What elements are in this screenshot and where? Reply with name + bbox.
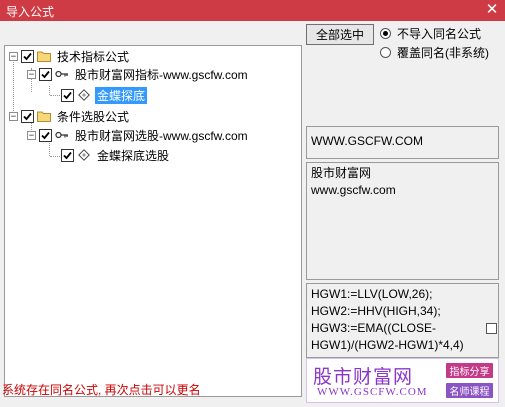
collapse-icon[interactable]: −: [27, 69, 36, 79]
status-message: 系统存在同名公式, 再次点击可以更名: [2, 383, 201, 397]
tree-node-indicators[interactable]: − 技术指标公式: [9, 47, 131, 65]
tree-connector: [49, 86, 50, 95]
radio-label: 不导入同名公式: [397, 27, 482, 41]
formula-icon: [77, 149, 91, 161]
radio-button[interactable]: [380, 47, 391, 58]
tree-node-label: 条件选股公式: [57, 109, 130, 124]
tree-connector: [13, 59, 14, 111]
title-bar: 导入公式 ✕: [0, 0, 505, 21]
formula-box: HGW1:=LLV(LOW,26); HGW2:=HHV(HIGH,34); H…: [306, 283, 499, 358]
tree-node-label: 金蝶探底选股: [97, 148, 170, 163]
key-icon: [55, 68, 69, 80]
website-text: WWW.GSCFW.COM: [311, 134, 423, 148]
watermark-logo: 股市财富网 WWW.GSCFW.COM 指标分享 名师课程: [306, 358, 499, 403]
tree-node-screeners[interactable]: − 条件选股公式: [9, 107, 131, 125]
formula-text: HGW1:=LLV(LOW,26); HGW2:=HHV(HIGH,34); H…: [311, 287, 464, 352]
tree-connector: [50, 156, 60, 157]
description-box: 股市财富网 www.gscfw.com: [306, 162, 499, 280]
formula-checkbox[interactable]: [486, 323, 497, 334]
collapse-icon[interactable]: −: [27, 130, 36, 140]
tree-node-screener-group[interactable]: − 股市财富网选股-www.gscfw.com: [27, 126, 250, 144]
tree-node-label: 金蝶探底: [95, 86, 148, 104]
tree-node-formula-selected[interactable]: 金蝶探底: [61, 86, 148, 104]
collapse-icon[interactable]: −: [9, 51, 18, 61]
radio-skip-duplicates[interactable]: 不导入同名公式: [380, 25, 481, 42]
node-checkbox[interactable]: [61, 148, 74, 162]
select-all-button[interactable]: 全部选中: [306, 24, 374, 45]
website-box: WWW.GSCFW.COM: [306, 126, 499, 159]
node-checkbox[interactable]: [21, 109, 34, 123]
node-checkbox[interactable]: [39, 67, 52, 81]
tree-connector: [50, 95, 60, 96]
radio-overwrite[interactable]: 覆盖同名(非系统): [380, 44, 489, 61]
window-title: 导入公式: [6, 5, 55, 19]
watermark-tag-course: 名师课程: [446, 383, 493, 398]
tree-node-label: 技术指标公式: [57, 49, 130, 64]
formula-tree[interactable]: − 技术指标公式 − 股市财富网指标-www.gscfw.com 金蝶探底 − …: [4, 45, 302, 397]
description-text: 股市财富网 www.gscfw.com: [311, 166, 396, 197]
folder-icon: [37, 110, 51, 122]
tree-node-indicator-group[interactable]: − 股市财富网指标-www.gscfw.com: [27, 65, 250, 83]
collapse-icon[interactable]: −: [9, 111, 18, 121]
folder-icon: [37, 50, 51, 62]
radio-button-checked[interactable]: [380, 28, 391, 39]
key-icon: [55, 129, 69, 141]
formula-icon: [77, 89, 91, 101]
tree-node-label: 股市财富网选股-www.gscfw.com: [75, 128, 248, 143]
dialog-body: − 技术指标公式 − 股市财富网指标-www.gscfw.com 金蝶探底 − …: [0, 21, 505, 407]
node-checkbox[interactable]: [21, 49, 34, 63]
watermark-name: 股市财富网: [313, 367, 414, 388]
tree-node-screener-formula[interactable]: 金蝶探底选股: [61, 146, 171, 164]
watermark-tag-share: 指标分享: [446, 363, 493, 378]
node-checkbox[interactable]: [39, 128, 52, 142]
tree-node-label: 股市财富网指标-www.gscfw.com: [75, 67, 248, 82]
watermark-url: WWW.GSCFW.COM: [317, 386, 428, 398]
radio-label: 覆盖同名(非系统): [397, 46, 489, 60]
close-icon[interactable]: ✕: [485, 1, 499, 19]
node-checkbox[interactable]: [61, 88, 74, 102]
